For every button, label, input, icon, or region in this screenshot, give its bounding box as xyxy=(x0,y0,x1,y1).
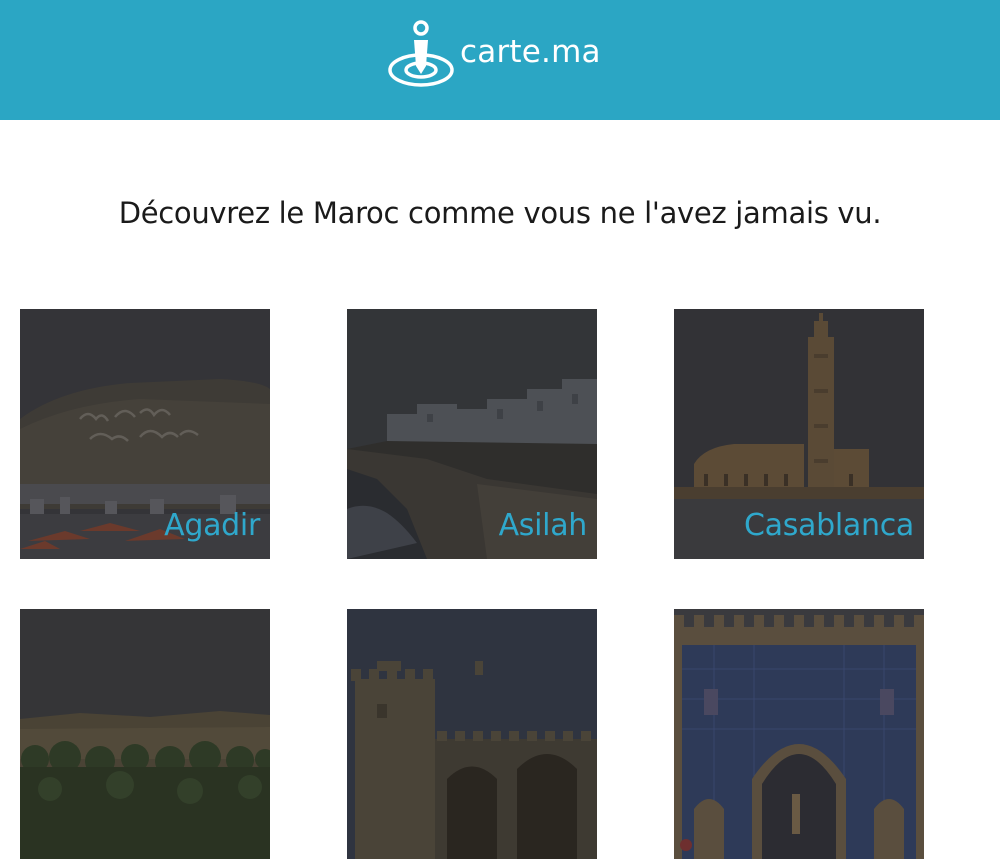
city-name: Casablanca xyxy=(744,508,914,543)
city-tile-asilah[interactable]: Asilah xyxy=(347,309,597,559)
city-tile-6[interactable] xyxy=(674,609,924,859)
city-name: Agadir xyxy=(164,508,260,543)
city-name: Asilah xyxy=(498,508,588,543)
blue-gate-photo xyxy=(674,609,924,859)
city-tile-agadir[interactable]: Agadir xyxy=(20,309,270,559)
city-tile-4[interactable] xyxy=(20,609,270,859)
oasis-photo xyxy=(20,609,270,859)
brand-name: carte.ma xyxy=(460,34,601,70)
city-tile-casablanca[interactable]: Casablanca xyxy=(674,309,924,559)
location-pin-icon xyxy=(388,20,454,87)
site-logo[interactable]: carte.ma xyxy=(386,18,601,90)
site-header: carte.ma xyxy=(0,0,1000,120)
fortress-photo xyxy=(347,609,597,859)
city-tile-5[interactable] xyxy=(347,609,597,859)
page-tagline: Découvrez le Maroc comme vous ne l'avez … xyxy=(118,196,882,230)
